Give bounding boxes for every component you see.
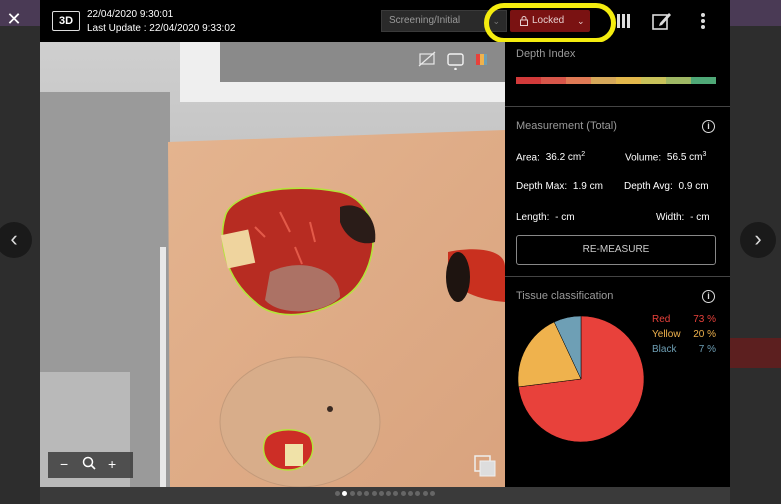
pager-dot[interactable]	[356, 491, 362, 496]
zoom-in-button[interactable]: +	[108, 456, 116, 472]
depth-avg-row: Depth Avg: 0.9 cm	[624, 181, 709, 192]
edit-icon[interactable]	[651, 10, 673, 32]
remeasure-button[interactable]: RE-MEASURE	[516, 235, 716, 265]
depth-index-segment	[566, 77, 591, 84]
area-label: Area:	[516, 152, 540, 164]
more-icon[interactable]	[697, 10, 709, 32]
legend-yellow-percent: 20 %	[693, 329, 716, 340]
depth-index-segment	[541, 77, 566, 84]
depth-index-segment	[641, 77, 666, 84]
volume-unit-exponent: 3	[702, 151, 707, 158]
depth-index-title: Depth Index	[516, 48, 576, 60]
background-right-column	[730, 26, 781, 504]
info-icon[interactable]: i	[702, 120, 715, 133]
pager-dot[interactable]	[400, 491, 406, 496]
legend-black-label: Black	[652, 344, 677, 355]
legend-red-percent: 73 %	[693, 314, 716, 325]
pager-dot[interactable]	[408, 491, 413, 496]
depth-index-segment	[516, 77, 541, 84]
length-row: Length: - cm	[516, 212, 575, 223]
depth-avg-label: Depth Avg:	[624, 181, 673, 192]
measurement-title: Measurement (Total)	[516, 120, 617, 132]
tissue-pie-chart	[517, 315, 645, 443]
zoom-control: − +	[48, 452, 133, 478]
pause-icon[interactable]	[616, 10, 632, 32]
tissue-classification-title: Tissue classification	[516, 290, 614, 302]
legend-row-yellow: Yellow 20 %	[646, 329, 716, 344]
depth-index-segment	[666, 77, 691, 84]
length-value: - cm	[555, 212, 575, 223]
depth-index-segment	[616, 77, 641, 84]
info-icon[interactable]: i	[702, 290, 715, 303]
legend-yellow-label: Yellow	[652, 329, 681, 340]
depth-index-bar	[516, 77, 716, 84]
depth-max-value: 1.9 cm	[572, 181, 603, 192]
background-left-column	[0, 26, 40, 504]
3d-badge[interactable]: 3D	[52, 11, 80, 31]
divider	[505, 276, 730, 277]
view-mode-icons	[418, 50, 488, 71]
legend-red-label: Red	[652, 314, 671, 325]
last-update-timestamp: Last Update : 22/04/2020 9:33:02	[87, 23, 236, 34]
volume-value: 56.5 cm	[666, 152, 703, 164]
highlight-annotation	[484, 3, 616, 43]
depth-max-label: Depth Max:	[516, 181, 568, 192]
close-icon[interactable]: ✕	[6, 10, 22, 28]
area-value: 36.2 cm	[545, 152, 582, 164]
area-row: Area: 36.2 cm2	[516, 151, 585, 163]
area-unit-exponent: 2	[581, 151, 586, 158]
outline-overlay-icon[interactable]	[447, 53, 464, 71]
stage-select-value: Screening/Initial	[389, 15, 461, 26]
volume-label: Volume:	[625, 152, 662, 164]
pager-dot[interactable]	[371, 491, 377, 496]
pager-dot[interactable]	[429, 491, 435, 496]
zoom-icon	[82, 456, 96, 475]
width-row: Width: - cm	[656, 212, 710, 223]
length-label: Length:	[516, 212, 550, 223]
background-red-strip	[730, 338, 781, 368]
wound-image[interactable]	[40, 42, 505, 487]
modal-header: ✕ 3D 22/04/2020 9:30:01 Last Update : 22…	[0, 0, 781, 43]
depth-avg-value: 0.9 cm	[678, 181, 709, 192]
width-value: - cm	[690, 212, 710, 223]
zoom-out-button[interactable]: −	[60, 456, 68, 472]
depth-index-segment	[691, 77, 716, 84]
divider	[505, 106, 730, 107]
depth-max-row: Depth Max: 1.9 cm	[516, 181, 603, 192]
created-timestamp: 22/04/2020 9:30:01	[87, 9, 174, 20]
pager-dot[interactable]	[378, 491, 384, 496]
hide-overlay-icon[interactable]	[418, 51, 436, 67]
copy-icon[interactable]	[474, 455, 496, 477]
color-overlay-icon[interactable]	[476, 54, 487, 65]
volume-row: Volume: 56.5 cm3	[625, 151, 706, 163]
tissue-legend: Red 73 % Yellow 20 % Black 7 %	[646, 314, 716, 359]
next-arrow-icon[interactable]: ›	[740, 222, 776, 258]
pager-dot[interactable]	[422, 491, 428, 496]
pager-dot[interactable]	[349, 491, 355, 496]
pager-dot[interactable]	[335, 491, 340, 496]
legend-row-black: Black 7 %	[646, 344, 716, 359]
legend-black-percent: 7 %	[698, 344, 716, 355]
width-label: Width:	[656, 212, 685, 223]
depth-index-segment	[591, 77, 616, 84]
legend-row-red: Red 73 %	[646, 314, 716, 329]
